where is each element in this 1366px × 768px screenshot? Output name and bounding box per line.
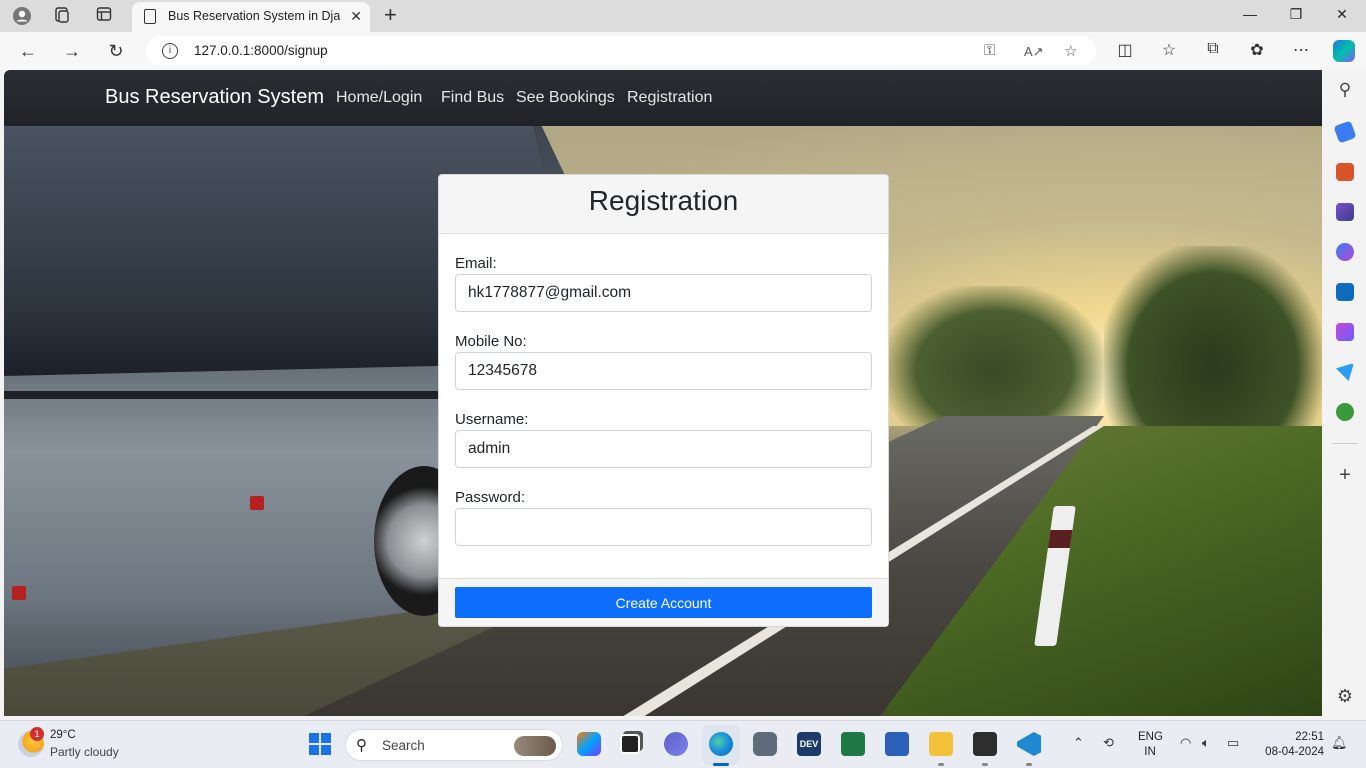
- nav-find-bus[interactable]: Find Bus: [441, 89, 504, 107]
- search-icon[interactable]: ⚲: [1336, 80, 1354, 100]
- username-label: Username:: [455, 411, 529, 428]
- search-highlight-icon: [514, 736, 556, 756]
- sync-icon[interactable]: ⟲: [1103, 735, 1114, 751]
- window-close-icon[interactable]: ✕: [1332, 6, 1352, 23]
- password-label: Password:: [455, 489, 526, 506]
- notifications-bell-icon[interactable]: 🔔︎: [1331, 735, 1348, 751]
- show-hidden-icons-icon[interactable]: ⌃: [1073, 735, 1084, 751]
- wifi-icon[interactable]: ◠: [1180, 735, 1191, 751]
- password-field[interactable]: [455, 508, 872, 546]
- mobile-label: Mobile No:: [455, 333, 527, 350]
- excel-icon[interactable]: [841, 732, 865, 756]
- site-info-icon[interactable]: i: [162, 43, 178, 59]
- clock[interactable]: 22:51 08-04-2024: [1254, 730, 1324, 760]
- favorites-icon[interactable]: ☆: [1158, 40, 1180, 60]
- address-bar[interactable]: i 127.0.0.1:8000/signup ⚿ A↗ ☆: [146, 36, 1096, 66]
- terminal-running-indicator: [982, 763, 988, 766]
- vscode-icon[interactable]: [1017, 732, 1041, 756]
- microsoft365-icon[interactable]: [1336, 243, 1354, 261]
- email-field[interactable]: hk1778877@gmail.com: [455, 274, 872, 312]
- lang-region: IN: [1144, 746, 1156, 758]
- collections-icon[interactable]: ⧉: [1202, 40, 1224, 58]
- tree-icon[interactable]: [1336, 403, 1354, 421]
- url-text[interactable]: 127.0.0.1:8000/signup: [194, 43, 328, 58]
- windows-taskbar: 1 29°C Partly cloudy ⚲ Search DEV ⌃ ⟲ EN…: [0, 720, 1366, 768]
- search-placeholder: Search: [382, 738, 425, 753]
- tab-actions-icon[interactable]: [94, 6, 114, 26]
- tools-icon[interactable]: [1336, 163, 1354, 181]
- lang-primary: ENG: [1138, 731, 1163, 743]
- weather-condition[interactable]: Partly cloudy: [50, 745, 119, 759]
- clock-time: 22:51: [1295, 731, 1324, 743]
- teams-icon[interactable]: [664, 732, 688, 756]
- nav-home-login[interactable]: Home/Login: [336, 89, 422, 107]
- vscode-running-indicator: [1026, 763, 1032, 766]
- designer-icon[interactable]: [1336, 323, 1354, 341]
- nav-see-bookings[interactable]: See Bookings: [516, 89, 615, 107]
- more-icon[interactable]: ⋯: [1290, 40, 1312, 60]
- task-view-icon[interactable]: [620, 734, 640, 754]
- minimize-icon[interactable]: —: [1240, 6, 1260, 22]
- registration-card: Registration Email: hk1778877@gmail.com …: [438, 174, 889, 627]
- outlook-icon[interactable]: [1336, 283, 1354, 301]
- browser-sidebar: ⚲ + ⚙: [1324, 70, 1366, 720]
- send-icon[interactable]: [1336, 363, 1354, 381]
- add-icon[interactable]: +: [1336, 464, 1354, 487]
- form-title: Registration: [588, 185, 739, 216]
- favorite-star-icon[interactable]: ☆: [1064, 42, 1077, 60]
- copilot-preview-icon[interactable]: [577, 732, 601, 756]
- file-explorer-icon[interactable]: [929, 732, 953, 756]
- weather-temp[interactable]: 29°C: [50, 729, 76, 741]
- browser-tab-strip: Bus Reservation System in Django ✕ + — ❐…: [0, 0, 1366, 32]
- volume-icon[interactable]: 🔈︎: [1202, 735, 1210, 751]
- word-icon[interactable]: [885, 732, 909, 756]
- username-field[interactable]: admin: [455, 430, 872, 468]
- browser-toolbar: ← → ↻ i 127.0.0.1:8000/signup ⚿ A↗ ☆ ◫ ☆…: [0, 32, 1366, 70]
- restore-icon[interactable]: ❐: [1286, 6, 1306, 23]
- copilot-icon[interactable]: [1333, 40, 1355, 62]
- close-tab-icon[interactable]: ✕: [350, 8, 362, 25]
- start-icon[interactable]: [309, 733, 331, 755]
- page-icon: [144, 9, 156, 24]
- devhome-icon[interactable]: DEV: [797, 732, 821, 756]
- read-aloud-icon[interactable]: A↗: [1024, 44, 1044, 60]
- workspaces-icon[interactable]: [52, 6, 72, 26]
- edge-icon[interactable]: [709, 732, 733, 756]
- clock-date: 08-04-2024: [1265, 746, 1324, 758]
- create-account-button[interactable]: Create Account: [455, 587, 872, 618]
- tab-title: Bus Reservation System in Django: [168, 9, 340, 23]
- taskbar-search[interactable]: ⚲ Search: [345, 729, 563, 761]
- forward-icon[interactable]: →: [60, 40, 84, 62]
- refresh-icon[interactable]: ↻: [104, 40, 128, 62]
- search-icon: ⚲: [356, 737, 367, 754]
- battery-icon[interactable]: ▭: [1227, 735, 1239, 751]
- email-label: Email:: [455, 255, 497, 272]
- password-key-icon[interactable]: ⚿: [984, 42, 995, 59]
- sidebar-divider: [1332, 443, 1358, 444]
- web-page: Bus Reservation System Home/Login Find B…: [4, 70, 1322, 716]
- brand-title[interactable]: Bus Reservation System: [105, 86, 324, 109]
- new-tab-icon[interactable]: +: [384, 4, 397, 26]
- card-header: Registration: [439, 175, 888, 234]
- games-icon[interactable]: [1336, 203, 1354, 221]
- settings-icon[interactable]: ⚙: [1335, 686, 1355, 707]
- terminal-icon[interactable]: [973, 732, 997, 756]
- mobile-field[interactable]: 12345678: [455, 352, 872, 390]
- camera-icon[interactable]: [753, 732, 777, 756]
- nav-registration[interactable]: Registration: [627, 89, 712, 107]
- edge-active-indicator: [713, 763, 729, 766]
- browser-tab-active[interactable]: Bus Reservation System in Django ✕: [132, 2, 370, 32]
- profile-icon[interactable]: [12, 6, 32, 26]
- site-navbar: Bus Reservation System Home/Login Find B…: [4, 70, 1322, 126]
- extensions-icon[interactable]: ✿: [1246, 40, 1268, 60]
- weather-badge: 1: [30, 727, 44, 741]
- split-screen-icon[interactable]: ◫: [1114, 40, 1136, 60]
- shopping-icon[interactable]: [1333, 120, 1357, 144]
- card-footer: Create Account: [439, 578, 888, 626]
- back-icon[interactable]: ←: [16, 40, 40, 62]
- explorer-running-indicator: [938, 763, 944, 766]
- language-indicator[interactable]: ENG IN: [1138, 730, 1163, 760]
